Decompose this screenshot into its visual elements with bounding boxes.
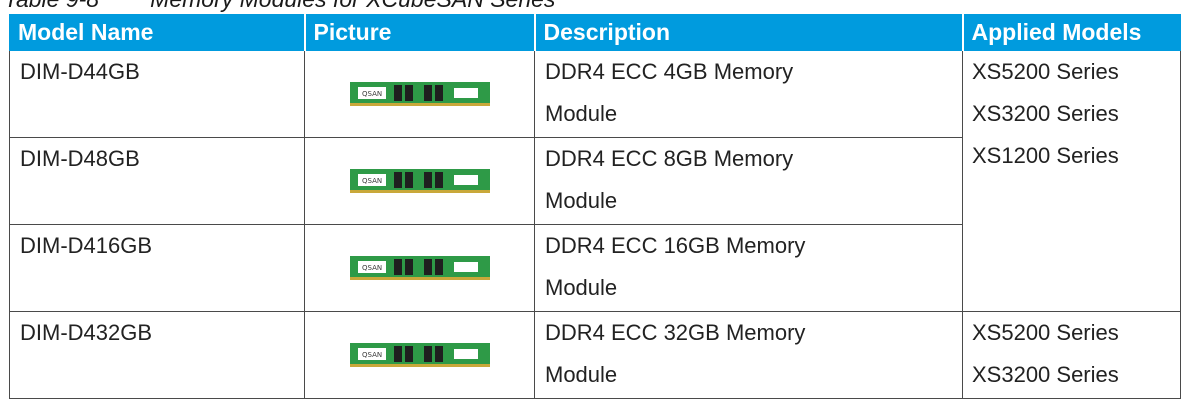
applied-models-cell: XS5200 Series XS3200 Series (962, 311, 1181, 399)
description-cell: DDR4 ECC 4GB Memory Module (534, 50, 963, 138)
memory-module-icon: QSAN (349, 82, 490, 106)
description-line: DDR4 ECC 32GB Memory (545, 320, 806, 345)
memory-module-icon: QSAN (349, 256, 490, 280)
table-row: DIM-D44GB QSAN DDR4 ECC 4GB Memory Modul… (9, 50, 1181, 312)
table-header-row: Model Name Picture Description Applied M… (9, 14, 1181, 51)
model-name-cell: DIM-D48GB (9, 137, 305, 225)
applied-model: XS3200 Series (972, 362, 1119, 387)
table-row: DIM-D432GB QSAN DDR4 ECC 32GB Memory Mod… (9, 311, 1181, 399)
header-description: Description (534, 14, 964, 51)
applied-model: XS3200 Series (972, 101, 1119, 126)
description-line: Module (545, 275, 618, 300)
picture-cell: QSAN (304, 224, 535, 312)
header-model-name: Model Name (9, 14, 306, 51)
applied-models-cell: XS5200 Series XS3200 Series XS1200 Serie… (962, 50, 1181, 312)
header-applied-models: Applied Models (962, 14, 1181, 51)
model-name-cell: DIM-D44GB (9, 50, 305, 138)
svg-text:QSAN: QSAN (362, 264, 382, 272)
applied-model: XS5200 Series (972, 59, 1119, 84)
model-name-cell: DIM-D432GB (9, 311, 305, 399)
picture-cell: QSAN (304, 137, 535, 225)
applied-model: XS1200 Series (972, 143, 1119, 168)
description-line: DDR4 ECC 16GB Memory (545, 233, 806, 258)
description-cell: DDR4 ECC 8GB Memory Module (534, 137, 963, 225)
description-line: DDR4 ECC 8GB Memory (545, 146, 794, 171)
memory-modules-table: Model Name Picture Description Applied M… (9, 14, 1181, 399)
svg-text:QSAN: QSAN (362, 90, 382, 98)
memory-module-icon: QSAN (349, 169, 490, 193)
header-picture: Picture (304, 14, 536, 51)
svg-text:QSAN: QSAN (362, 177, 382, 185)
description-line: Module (545, 362, 618, 387)
picture-cell: QSAN (304, 50, 535, 138)
description-line: Module (545, 101, 618, 126)
description-line: Module (545, 188, 618, 213)
picture-cell: QSAN (304, 311, 535, 399)
description-cell: DDR4 ECC 16GB Memory Module (534, 224, 963, 312)
applied-model: XS5200 Series (972, 320, 1119, 345)
memory-module-icon: QSAN (349, 343, 490, 367)
model-name-cell: DIM-D416GB (9, 224, 305, 312)
svg-text:QSAN: QSAN (362, 351, 382, 359)
description-line: DDR4 ECC 4GB Memory (545, 59, 794, 84)
description-cell: DDR4 ECC 32GB Memory Module (534, 311, 963, 399)
table-caption: Table 9-8 Memory Modules for XCubeSAN Se… (4, 0, 555, 13)
